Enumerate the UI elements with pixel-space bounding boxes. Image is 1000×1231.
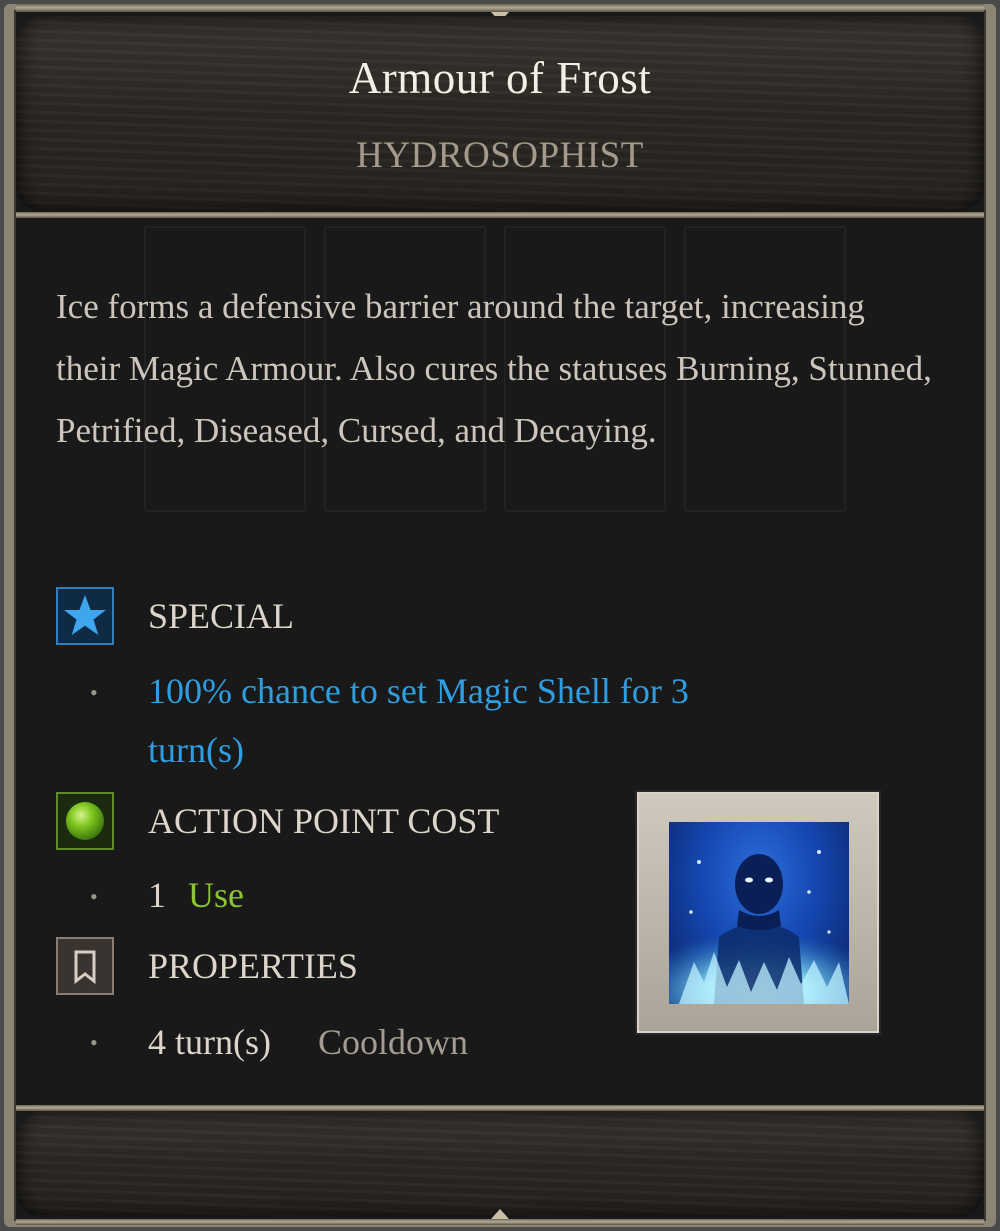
- bullet-dot: •: [90, 884, 98, 909]
- action-point-label: ACTION POINT COST: [148, 801, 500, 841]
- bottom-rail: [16, 1219, 984, 1225]
- skill-title: Armour of Frost: [348, 53, 652, 103]
- ap-cost-value: 1: [148, 875, 166, 915]
- ap-cost-unit: Use: [188, 875, 244, 915]
- header-divider: [16, 212, 984, 218]
- properties-label: PROPERTIES: [148, 946, 358, 986]
- bookmark-icon: [56, 937, 114, 995]
- skill-description: Ice forms a defensive barrier around the…: [56, 287, 932, 450]
- tooltip-header: [16, 16, 984, 212]
- skill-icon-frame: [637, 792, 879, 1033]
- special-effect-line: 100% chance to set Magic Shell for 3: [148, 671, 689, 711]
- cooldown-unit: Cooldown: [318, 1022, 469, 1062]
- bullet-dot: •: [90, 680, 98, 705]
- green-orb-icon: [56, 792, 114, 850]
- frost-figure-icon: [669, 822, 849, 1004]
- bottom-notch: [491, 1209, 509, 1219]
- top-rail: [16, 4, 984, 12]
- skill-school: HYDROSOPHIST: [356, 135, 644, 176]
- cooldown-value: 4 turn(s): [148, 1022, 271, 1062]
- star-icon: [56, 587, 114, 645]
- bullet-dot: •: [90, 1030, 98, 1055]
- special-effect-line-2: turn(s): [148, 730, 244, 770]
- special-label: SPECIAL: [148, 596, 295, 636]
- tooltip-footer: [16, 1111, 984, 1217]
